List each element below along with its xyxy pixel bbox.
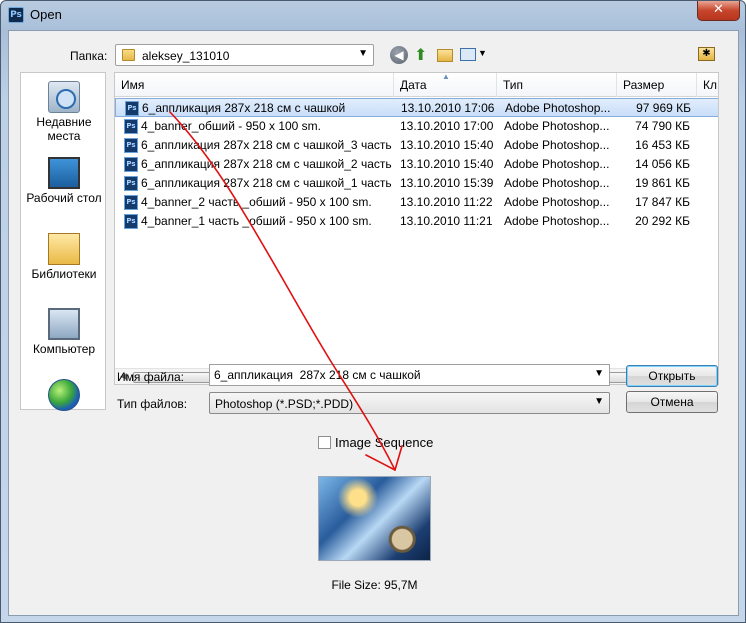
file-rows: Ps 6_аппликация 287x 218 см с чашкой 13.… [115, 98, 718, 231]
column-header-row: Имя Дата ▲ Тип Размер Кл [115, 72, 718, 97]
file-row[interactable]: Ps 6_аппликация 287x 218 см с чашкой_2 ч… [115, 155, 718, 174]
place-recent[interactable]: Недавние места [21, 81, 107, 143]
file-row[interactable]: Ps 6_аппликация 287x 218 см с чашкой_1 ч… [115, 174, 718, 193]
chevron-down-icon: ▼ [478, 48, 487, 58]
file-size: 97 969 КБ [636, 101, 691, 115]
file-name: 6_аппликация 287x 218 см с чашкой_3 част… [141, 138, 392, 152]
psd-file-icon: Ps [124, 157, 138, 172]
place-desktop[interactable]: Рабочий стол [21, 157, 107, 205]
file-type: Adobe Photoshop... [505, 101, 611, 115]
psd-file-icon: Ps [124, 138, 138, 153]
file-name: 4_banner_2 часть _обший - 950 x 100 sm. [141, 195, 372, 209]
computer-icon [48, 308, 80, 340]
file-date: 13.10.2010 15:40 [400, 138, 494, 152]
file-name: 6_аппликация 287x 218 см с чашкой_1 част… [141, 176, 392, 190]
file-preview-thumbnail [318, 476, 431, 561]
image-sequence-label: Image Sequence [335, 435, 434, 450]
file-type: Adobe Photoshop... [504, 195, 610, 209]
image-sequence-checkbox[interactable] [318, 436, 331, 449]
libraries-icon [48, 233, 80, 265]
file-date: 13.10.2010 11:22 [400, 195, 493, 209]
up-folder-icon[interactable]: ⬆ [414, 46, 432, 64]
close-button[interactable]: ✕ [697, 1, 740, 21]
file-type: Adobe Photoshop... [504, 157, 610, 171]
chevron-down-icon[interactable]: ▼ [594, 368, 604, 379]
file-name: 6_аппликация 287x 218 см с чашкой_2 част… [141, 157, 392, 171]
psd-file-icon: Ps [125, 101, 139, 116]
filetype-label: Тип файлов: [117, 397, 188, 411]
file-date: 13.10.2010 15:39 [400, 176, 494, 190]
file-size: 14 056 КБ [635, 157, 690, 171]
file-date: 13.10.2010 17:06 [401, 101, 495, 115]
chevron-down-icon[interactable]: ▼ [358, 48, 368, 59]
title-bar[interactable]: Ps Open ✕ [1, 1, 745, 29]
new-folder-icon[interactable] [437, 49, 453, 62]
look-in-combo[interactable]: aleksey_131010 ▼ [115, 44, 374, 66]
file-name: 4_banner_1 часть _обший - 950 x 100 sm. [141, 214, 372, 228]
favorite-folder-icon[interactable]: ✱ [698, 47, 715, 61]
desktop-icon [48, 157, 80, 189]
psd-file-icon: Ps [124, 119, 138, 134]
psd-file-icon: Ps [124, 195, 138, 210]
column-header-size[interactable]: Размер [617, 73, 697, 97]
file-type: Adobe Photoshop... [504, 176, 610, 190]
psd-file-icon: Ps [124, 176, 138, 191]
chevron-down-icon[interactable]: ▼ [594, 396, 604, 407]
file-name: 4_banner_обший - 950 x 100 sm. [141, 119, 322, 133]
photoshop-app-icon: Ps [8, 7, 24, 23]
filename-input[interactable] [214, 367, 584, 383]
file-row[interactable]: Ps 4_banner_2 часть _обший - 950 x 100 s… [115, 193, 718, 212]
psd-file-icon: Ps [124, 214, 138, 229]
cancel-button[interactable]: Отмена [626, 391, 718, 413]
filetype-value: Photoshop (*.PSD;*.PDD) [215, 397, 354, 411]
places-bar: Недавние места Рабочий стол Библиотеки К… [20, 72, 107, 413]
filetype-select[interactable]: Photoshop (*.PSD;*.PDD) ▼ [209, 392, 610, 414]
view-grid-icon [460, 48, 476, 61]
file-type: Adobe Photoshop... [504, 138, 610, 152]
place-label: Библиотеки [31, 267, 97, 281]
column-header-type[interactable]: Тип [497, 73, 617, 97]
filename-combo[interactable]: ▼ [209, 364, 610, 386]
file-date: 13.10.2010 15:40 [400, 157, 494, 171]
file-row[interactable]: Ps 4_banner_обший - 950 x 100 sm. 13.10.… [115, 117, 718, 136]
open-button[interactable]: Открыть [626, 365, 718, 387]
place-computer[interactable]: Компьютер [21, 308, 107, 356]
file-size-readout: File Size: 95,7M [331, 578, 418, 592]
view-menu-icon[interactable]: ▼ [460, 47, 487, 63]
current-folder-name: aleksey_131010 [142, 49, 230, 63]
place-libraries[interactable]: Библиотеки [21, 233, 107, 281]
file-row[interactable]: Ps 4_banner_1 часть _обший - 950 x 100 s… [115, 212, 718, 231]
place-network[interactable] [21, 379, 107, 413]
file-row[interactable]: Ps 6_аппликация 287x 218 см с чашкой 13.… [115, 98, 718, 117]
file-date: 13.10.2010 17:00 [400, 119, 494, 133]
column-header-extra[interactable]: Кл [697, 73, 718, 97]
file-size: 17 847 КБ [635, 195, 690, 209]
place-label: Рабочий стол [26, 191, 102, 205]
file-row[interactable]: Ps 6_аппликация 287x 218 см с чашкой_3 ч… [115, 136, 718, 155]
file-name: 6_аппликация 287x 218 см с чашкой [142, 101, 346, 115]
sort-arrow-icon: ▲ [442, 72, 450, 81]
folder-icon [122, 49, 135, 61]
file-list[interactable]: Имя Дата ▲ Тип Размер Кл Ps 6_аппликация… [114, 72, 719, 385]
dialog-client-area: Папка: aleksey_131010 ▼ ◀ ⬆ ▼ ✱ Недавние… [8, 30, 739, 616]
open-dialog: Ps Open ✕ Папка: aleksey_131010 ▼ ◀ ⬆ ▼ … [0, 0, 746, 623]
network-icon [48, 379, 80, 411]
file-type: Adobe Photoshop... [504, 119, 610, 133]
window-title: Open [30, 7, 62, 22]
filename-label: Имя файла: [117, 370, 184, 384]
file-type: Adobe Photoshop... [504, 214, 610, 228]
file-size: 20 292 КБ [635, 214, 690, 228]
look-in-label: Папка: [70, 49, 108, 63]
file-size: 74 790 КБ [635, 119, 690, 133]
file-date: 13.10.2010 11:21 [400, 214, 493, 228]
place-label: Компьютер [32, 342, 96, 356]
file-size: 19 861 КБ [635, 176, 690, 190]
column-header-name[interactable]: Имя [115, 73, 394, 97]
recent-places-icon [48, 81, 80, 113]
file-size: 16 453 КБ [635, 138, 690, 152]
place-label: Недавние места [36, 115, 92, 143]
back-arrow-icon[interactable]: ◀ [390, 46, 408, 64]
